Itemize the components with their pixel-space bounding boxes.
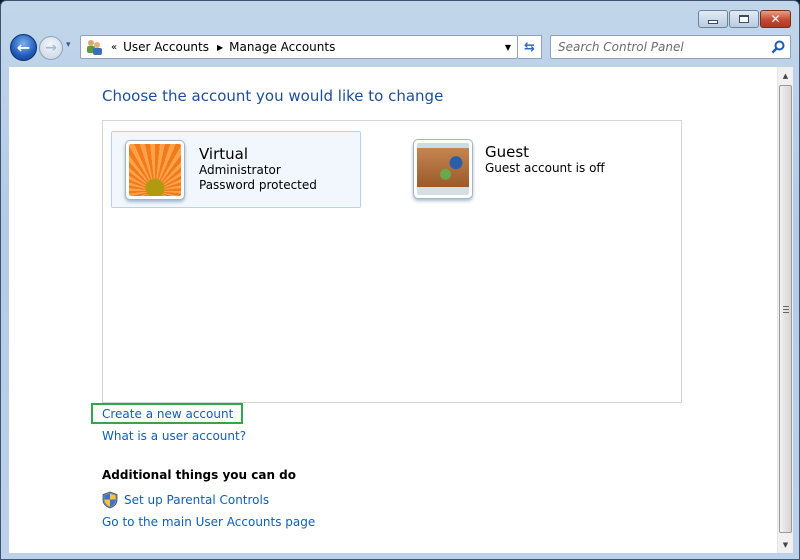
flower-picture-icon xyxy=(129,144,181,196)
breadcrumb-user-accounts[interactable]: User Accounts xyxy=(123,40,209,54)
back-arrow-icon: ← xyxy=(16,38,31,57)
vertical-scrollbar[interactable]: ▲ ▼ xyxy=(777,67,793,553)
navigation-bar: ← → ▾ « User Accounts ▶ Manage Accounts … xyxy=(10,34,791,61)
user-accounts-icon xyxy=(87,40,102,55)
account-tile-virtual[interactable]: Virtual Administrator Password protected xyxy=(111,131,361,208)
account-status: Password protected xyxy=(199,178,317,192)
close-icon: ✕ xyxy=(770,12,781,26)
account-name: Virtual xyxy=(199,145,249,163)
account-name: Guest xyxy=(485,143,530,161)
parental-controls-label: Set up Parental Controls xyxy=(124,493,270,507)
account-tile-guest[interactable]: Guest Guest account is off xyxy=(413,139,605,199)
refresh-button[interactable]: ⇆ xyxy=(518,35,542,59)
accounts-list: Virtual Administrator Password protected… xyxy=(102,120,682,403)
parental-controls-link[interactable]: Set up Parental Controls xyxy=(102,491,269,509)
main-user-accounts-link[interactable]: Go to the main User Accounts page xyxy=(102,515,315,529)
account-info: Guest Guest account is off xyxy=(485,143,605,176)
account-picture xyxy=(125,140,185,200)
close-button[interactable]: ✕ xyxy=(760,10,791,28)
back-button[interactable]: ← xyxy=(10,34,37,61)
control-panel-window: ✕ ← → ▾ « User Accounts ▶ Manage Account… xyxy=(0,0,800,560)
create-new-account-link[interactable]: Create a new account xyxy=(91,403,243,424)
address-dropdown-icon[interactable]: ▼ xyxy=(499,36,517,58)
scroll-down-button[interactable]: ▼ xyxy=(778,536,793,553)
breadcrumb-separator-icon[interactable]: ▶ xyxy=(217,43,223,52)
maximize-button[interactable] xyxy=(729,10,759,28)
search-box xyxy=(550,35,791,59)
overflow-chevron-icon[interactable]: « xyxy=(111,42,117,53)
minimize-icon xyxy=(708,19,718,24)
minimize-button[interactable] xyxy=(698,10,728,28)
account-status: Guest account is off xyxy=(485,161,605,175)
maximize-icon xyxy=(739,15,749,23)
uac-shield-icon xyxy=(102,491,118,509)
recent-pages-button[interactable]: ▾ xyxy=(66,40,71,50)
account-type: Administrator xyxy=(199,163,281,177)
forward-arrow-icon: → xyxy=(45,40,57,56)
refresh-icon: ⇆ xyxy=(524,39,535,55)
what-is-user-account-link[interactable]: What is a user account? xyxy=(102,429,246,443)
suitcase-picture-icon xyxy=(417,143,469,195)
search-input[interactable] xyxy=(551,36,751,58)
address-bar[interactable]: « User Accounts ▶ Manage Accounts ▼ xyxy=(80,35,518,59)
breadcrumb-manage-accounts[interactable]: Manage Accounts xyxy=(229,40,335,54)
content-pane: Choose the account you would like to cha… xyxy=(9,67,777,553)
additional-things-heading: Additional things you can do xyxy=(102,468,297,482)
forward-button[interactable]: → xyxy=(39,36,63,60)
account-picture xyxy=(413,139,473,199)
scroll-up-button[interactable]: ▲ xyxy=(778,67,793,84)
scroll-thumb[interactable] xyxy=(779,85,792,533)
search-icon[interactable] xyxy=(771,40,785,54)
page-title: Choose the account you would like to cha… xyxy=(102,87,444,105)
account-info: Virtual Administrator Password protected xyxy=(199,145,317,193)
chevron-down-icon: ▾ xyxy=(66,40,71,50)
grip-icon xyxy=(782,305,789,313)
caption-buttons: ✕ xyxy=(698,10,791,28)
